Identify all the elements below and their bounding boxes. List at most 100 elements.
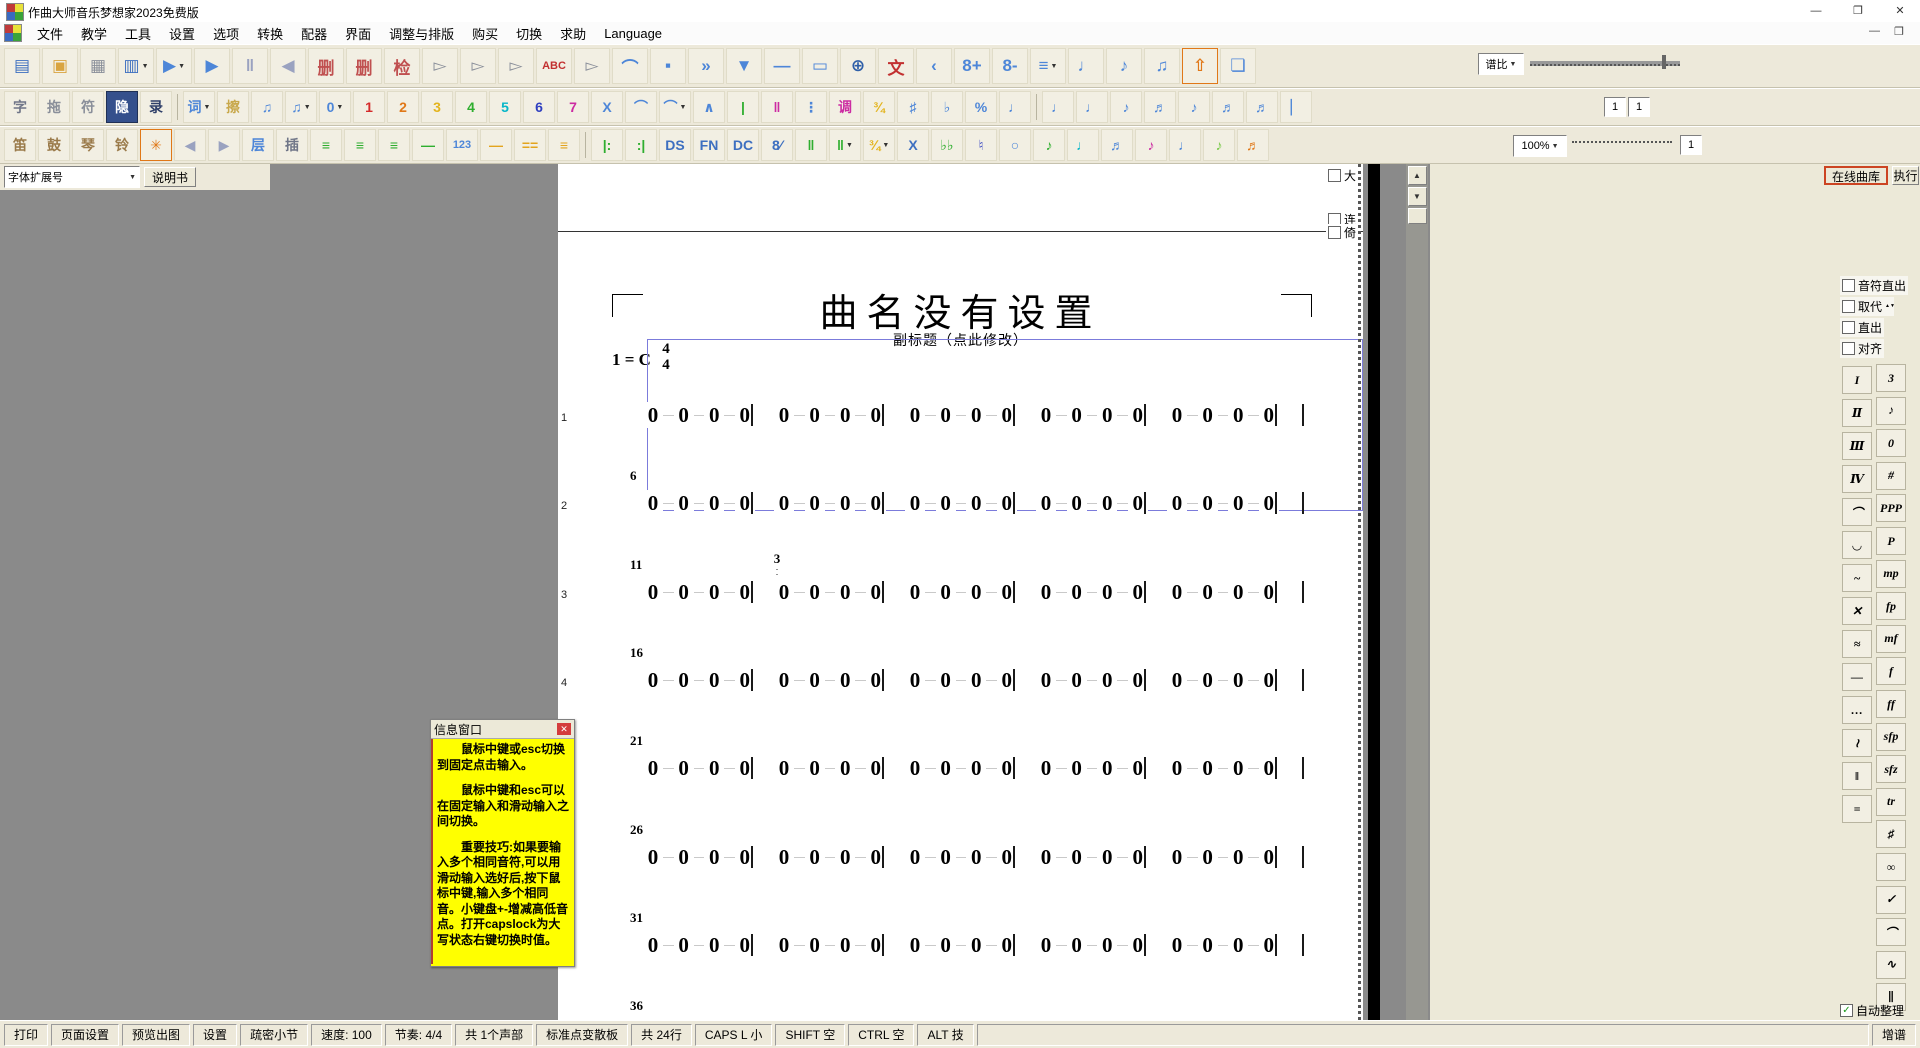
measure[interactable]: 0000 <box>1167 402 1298 430</box>
symbol-button[interactable]: ~ <box>1842 564 1872 592</box>
measure[interactable]: 0000 <box>1036 844 1167 872</box>
tb-icon-flat[interactable]: ♭ <box>931 91 963 123</box>
sidebar-check-取代[interactable]: 取代▲▼ <box>1840 297 1894 316</box>
tb-icon-dash-2[interactable]: == <box>514 129 546 161</box>
rest-note[interactable]: 0 <box>674 490 694 516</box>
tb-icon-open-folder[interactable]: ▣ <box>42 48 78 84</box>
status-corner-button[interactable]: 增谱 <box>1872 1024 1916 1046</box>
rest-note[interactable]: 0 <box>936 755 956 781</box>
symbol-button[interactable]: P <box>1876 527 1906 555</box>
rest-note[interactable]: 0 <box>774 844 794 870</box>
status-标准点变散板[interactable]: 标准点变散板 <box>536 1024 628 1046</box>
rest-note[interactable]: 0 <box>1067 579 1087 605</box>
measure[interactable]: 0000 <box>905 402 1036 430</box>
status-设置[interactable]: 设置 <box>193 1024 237 1046</box>
rest-note[interactable]: 0 <box>1228 932 1248 958</box>
menu-转换[interactable]: 转换 <box>248 22 292 44</box>
score-ratio-slider-thumb[interactable] <box>1662 55 1666 69</box>
symbol-button[interactable]: ⌒ <box>1876 918 1906 946</box>
rest-note[interactable]: 0 <box>1228 402 1248 428</box>
rest-note[interactable]: 0 <box>1097 755 1117 781</box>
score-check-倚[interactable]: 倚 <box>1326 224 1358 241</box>
tb-icon-octave-off[interactable]: 8⁄ <box>761 129 793 161</box>
symbol-button[interactable]: = <box>1842 795 1872 823</box>
menu-购买[interactable]: 购买 <box>463 22 507 44</box>
rest-note[interactable]: 0 <box>674 667 694 693</box>
tb-icon-digit-2[interactable]: 2 <box>387 91 419 123</box>
tb-icon-digit-1[interactable]: 1 <box>353 91 385 123</box>
measure[interactable]: 0000 <box>905 579 1036 607</box>
tb-icon-tie[interactable]: ⌒▼ <box>659 91 691 123</box>
tb-icon-line-tool[interactable]: — <box>764 48 800 84</box>
measure[interactable]: 0000 <box>905 755 1036 783</box>
measure[interactable]: 0000 <box>1036 579 1167 607</box>
tb-icon-cursor-mode-4[interactable]: ▻ <box>574 48 610 84</box>
measure[interactable]: 0000 <box>643 755 774 783</box>
rest-note[interactable]: 0 <box>704 844 724 870</box>
rest-note[interactable]: 0 <box>643 490 663 516</box>
tb-icon-align-2[interactable]: ≡ <box>344 129 376 161</box>
tb-icon-time-sig[interactable]: ¾▼ <box>863 129 895 161</box>
tb-icon-repeat-start[interactable]: |: <box>591 129 623 161</box>
tb-icon-align-1[interactable]: ≡ <box>310 129 342 161</box>
voice-input-2[interactable]: 1 <box>1628 97 1650 117</box>
tb-icon-window-tool[interactable]: ❏ <box>1220 48 1256 84</box>
rest-note[interactable]: 0 <box>966 932 986 958</box>
rest-note[interactable]: 0 <box>1036 402 1056 428</box>
rest-note[interactable]: 0 <box>1097 490 1117 516</box>
symbol-button[interactable]: ♪ <box>1876 397 1906 425</box>
system-row[interactable]: 00000000000000000000 <box>643 755 1323 783</box>
tb-icon-bar-final[interactable]: ‖ <box>795 129 827 161</box>
tb-icon-delete-note[interactable]: 删 <box>346 48 382 84</box>
tb-icon-note-orange[interactable]: ♬ <box>1237 129 1269 161</box>
maximize-icon[interactable]: ❐ <box>1838 0 1878 21</box>
tb-icon-fast-forward[interactable]: » <box>688 48 724 84</box>
symbol-button[interactable]: Ⅲ <box>1842 432 1872 460</box>
rest-note[interactable]: 0 <box>1067 755 1087 781</box>
rest-note[interactable]: 0 <box>905 490 925 516</box>
symbol-button[interactable]: ≈ <box>1842 630 1872 658</box>
rest-note[interactable]: 0 <box>966 402 986 428</box>
rest-note[interactable]: 0 <box>1067 932 1087 958</box>
rest-note[interactable]: 0 <box>835 579 855 605</box>
tb-icon-new-score[interactable]: ▤ <box>4 48 40 84</box>
tb-icon-digit-7[interactable]: 7 <box>557 91 589 123</box>
symbol-button[interactable]: fp <box>1876 592 1906 620</box>
sidebar-check-音符直出[interactable]: 音符直出 <box>1840 276 1908 295</box>
status-共 24行[interactable]: 共 24行 <box>631 1024 692 1046</box>
font-select[interactable]: 字体扩展号 ▼ <box>4 166 140 188</box>
tb-icon-instr-qin[interactable]: 琴 <box>72 129 104 161</box>
score-page[interactable]: 曲名没有设置 副标题（点此修改） 1 = C 4 4 3 .. 10000000… <box>558 164 1363 1020</box>
page-input[interactable]: 1 <box>1680 135 1702 155</box>
tb-icon-slur[interactable]: ⌒ <box>625 91 657 123</box>
rest-note[interactable]: 0 <box>835 402 855 428</box>
tb-icon-keyboard[interactable]: ▦ <box>80 48 116 84</box>
tb-icon-tuplet[interactable]: ¾ <box>863 91 895 123</box>
rest-note[interactable]: 0 <box>805 402 825 428</box>
status-CAPS L 小[interactable]: CAPS L 小 <box>695 1024 773 1046</box>
tb-icon-digit-3[interactable]: 3 <box>421 91 453 123</box>
tb-icon-note-8[interactable]: ♪ <box>1110 91 1142 123</box>
tb-icon-tracks[interactable]: ▥▼ <box>118 48 154 84</box>
rest-note[interactable]: 0 <box>1067 844 1087 870</box>
rest-note[interactable]: 0 <box>905 667 925 693</box>
rest-note[interactable]: 0 <box>805 932 825 958</box>
symbol-button[interactable]: I <box>1842 366 1872 394</box>
measure[interactable]: 0000 <box>643 844 774 872</box>
tb-icon-note-cyan[interactable]: ♩ <box>1067 129 1099 161</box>
score-ratio-slider[interactable] <box>1530 61 1680 66</box>
rest-note[interactable]: 0 <box>1036 932 1056 958</box>
measure[interactable]: 0000 <box>1036 755 1167 783</box>
score-vscroll[interactable]: ▲ ▼ <box>1406 164 1428 1020</box>
measure[interactable]: 0000 <box>643 579 774 607</box>
rest-note[interactable]: 0 <box>966 755 986 781</box>
tb-icon-note-16b[interactable]: ♬ <box>1212 91 1244 123</box>
tb-icon-abc-tool[interactable]: ABC <box>536 48 572 84</box>
rest-note[interactable]: 0 <box>1036 667 1056 693</box>
rest-note[interactable]: 0 <box>1097 402 1117 428</box>
measure[interactable]: 0000 <box>1167 844 1298 872</box>
tb-icon-record[interactable]: 录 <box>140 91 172 123</box>
rest-note[interactable]: 0 <box>704 932 724 958</box>
symbol-button[interactable]: Ⅳ <box>1842 465 1872 493</box>
tb-icon-digit-4[interactable]: 4 <box>455 91 487 123</box>
